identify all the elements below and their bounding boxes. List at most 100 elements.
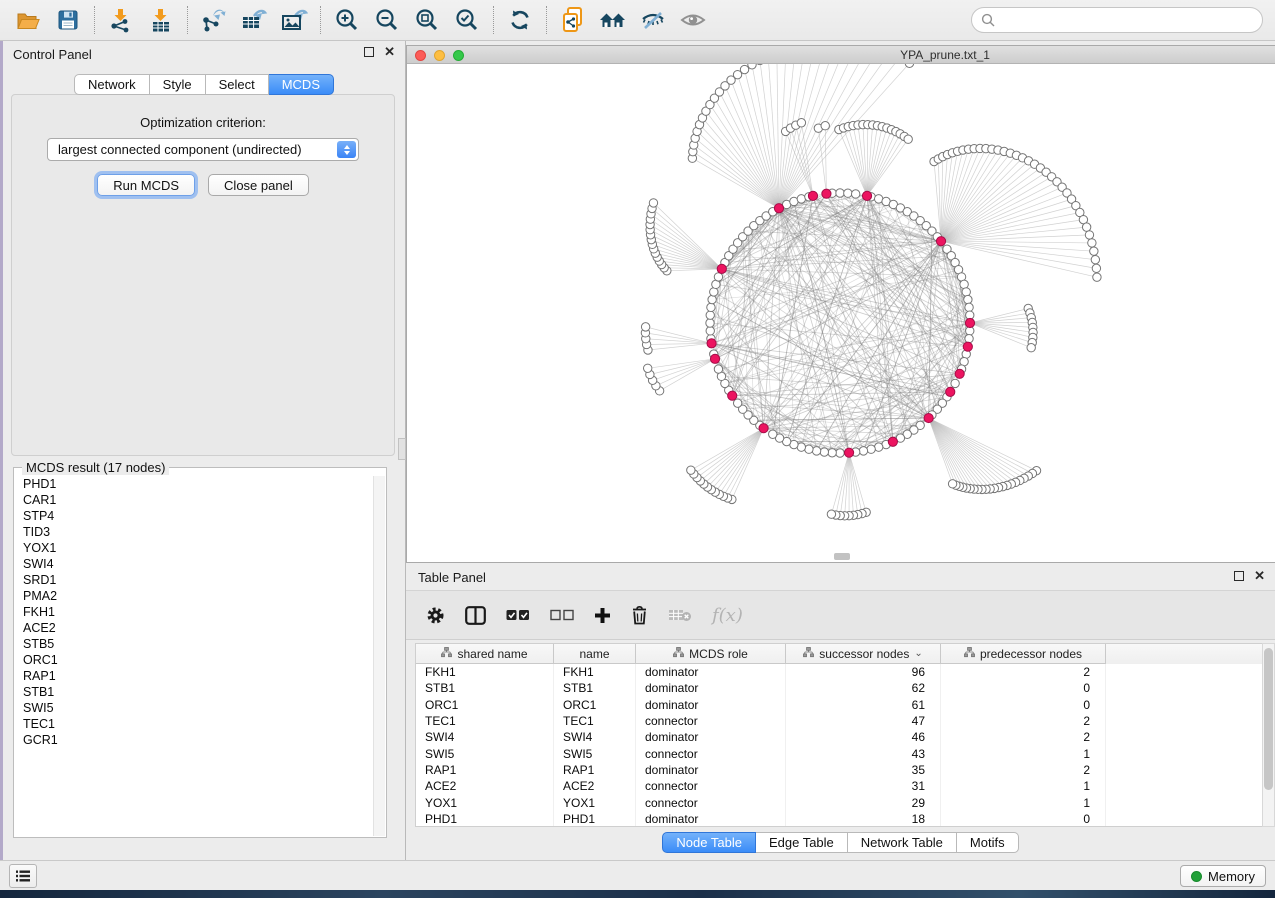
mcds-result-item[interactable]: STB5 <box>15 636 372 652</box>
mcds-result-item[interactable]: PHD1 <box>15 476 372 492</box>
column-header[interactable]: successor nodes⌄ <box>786 644 941 664</box>
table-cell: PHD1 <box>416 811 554 827</box>
column-header[interactable]: predecessor nodes <box>941 644 1106 664</box>
clone-network-icon[interactable] <box>553 4 593 36</box>
tab-select[interactable]: Select <box>206 74 269 95</box>
mcds-result-item[interactable]: PMA2 <box>15 588 372 604</box>
table-row[interactable]: ORC1ORC1dominator610 <box>416 697 1263 713</box>
float-panel-icon[interactable] <box>364 47 374 57</box>
close-panel-button[interactable]: Close panel <box>208 174 309 196</box>
column-header[interactable]: MCDS role <box>636 644 786 664</box>
network-window-titlebar[interactable]: YPA_prune.txt_1 <box>407 46 1275 64</box>
table-row[interactable]: RAP1RAP1dominator352 <box>416 762 1263 778</box>
table-settings-gear-icon[interactable] <box>426 606 445 625</box>
tab-network[interactable]: Network <box>74 74 150 95</box>
first-neighbors-icon[interactable] <box>593 4 633 36</box>
tab-network-table[interactable]: Network Table <box>848 832 957 853</box>
mcds-result-item[interactable]: SRD1 <box>15 572 372 588</box>
run-mcds-button[interactable]: Run MCDS <box>97 174 195 196</box>
close-panel-icon[interactable]: ✕ <box>384 47 395 57</box>
mcds-result-title: MCDS result (17 nodes) <box>22 460 169 475</box>
table-row[interactable]: FKH1FKH1dominator962 <box>416 664 1263 680</box>
zoom-in-icon[interactable] <box>327 4 367 36</box>
close-table-panel-icon[interactable]: ✕ <box>1254 571 1265 581</box>
network-hscroll-thumb[interactable] <box>834 553 850 560</box>
table-row[interactable]: TEC1TEC1connector472 <box>416 713 1263 729</box>
task-history-button[interactable] <box>9 864 37 888</box>
mcds-result-item[interactable]: STP4 <box>15 508 372 524</box>
tab-node-table[interactable]: Node Table <box>662 832 756 853</box>
table-row[interactable]: YOX1YOX1connector291 <box>416 794 1263 810</box>
optimization-criterion-label: Optimization criterion: <box>12 115 394 130</box>
tab-mcds[interactable]: MCDS <box>269 74 334 95</box>
minimize-window-icon[interactable] <box>434 50 445 61</box>
mcds-result-item[interactable]: YOX1 <box>15 540 372 556</box>
table-cell: dominator <box>636 811 786 827</box>
select-all-columns-icon[interactable] <box>506 609 530 621</box>
close-window-icon[interactable] <box>415 50 426 61</box>
export-image-icon[interactable] <box>274 4 314 36</box>
save-icon[interactable] <box>48 4 88 36</box>
table-vscrollbar[interactable] <box>1262 643 1275 827</box>
export-network-icon[interactable] <box>194 4 234 36</box>
memory-button[interactable]: Memory <box>1180 865 1266 887</box>
maximize-window-icon[interactable] <box>453 50 464 61</box>
mcds-result-item[interactable]: RAP1 <box>15 668 372 684</box>
table-cell: connector <box>636 794 786 810</box>
table-row[interactable]: SWI5SWI5connector431 <box>416 745 1263 761</box>
mcds-result-item[interactable]: CAR1 <box>15 492 372 508</box>
table-cell: YOX1 <box>554 794 636 810</box>
application-window: Control Panel ✕ Network Style Select MCD… <box>0 0 1275 898</box>
table-tabs: Node Table Edge Table Network Table Moti… <box>406 832 1275 853</box>
open-file-icon[interactable] <box>8 4 48 36</box>
column-header-label: shared name <box>457 647 527 661</box>
show-columns-icon[interactable] <box>465 606 486 625</box>
toolbar-separator <box>94 6 95 34</box>
mcds-result-item[interactable]: GCR1 <box>15 732 372 748</box>
table-row[interactable]: PHD1PHD1dominator180 <box>416 811 1263 827</box>
delete-table-icon-disabled <box>668 607 692 623</box>
column-header[interactable]: name <box>554 644 636 664</box>
zoom-selected-icon[interactable] <box>447 4 487 36</box>
mcds-result-item[interactable]: ACE2 <box>15 620 372 636</box>
criterion-select[interactable]: largest connected component (undirected) <box>47 138 359 161</box>
tab-edge-table[interactable]: Edge Table <box>756 832 848 853</box>
search-input[interactable] <box>1000 13 1253 28</box>
export-table-icon[interactable] <box>234 4 274 36</box>
delete-column-trash-icon[interactable] <box>631 605 648 625</box>
table-row[interactable]: SWI4SWI4dominator462 <box>416 729 1263 745</box>
show-all-eye-icon[interactable] <box>673 4 713 36</box>
mcds-result-item[interactable]: TEC1 <box>15 716 372 732</box>
mcds-result-item[interactable]: ORC1 <box>15 652 372 668</box>
hide-selected-eye-icon[interactable] <box>633 4 673 36</box>
table-cell: STB1 <box>554 680 636 696</box>
deselect-all-columns-icon[interactable] <box>550 609 574 621</box>
tab-motifs[interactable]: Motifs <box>957 832 1019 853</box>
zoom-fit-icon[interactable] <box>407 4 447 36</box>
mcds-result-item[interactable]: STB1 <box>15 684 372 700</box>
add-column-icon[interactable] <box>594 607 611 624</box>
import-table-icon[interactable] <box>141 4 181 36</box>
table-cell: ORC1 <box>554 697 636 713</box>
table-row[interactable]: STB1STB1dominator620 <box>416 680 1263 696</box>
import-network-icon[interactable] <box>101 4 141 36</box>
float-table-panel-icon[interactable] <box>1234 571 1244 581</box>
table-cell: STB1 <box>416 680 554 696</box>
mcds-result-item[interactable]: TID3 <box>15 524 372 540</box>
table-cell: ACE2 <box>554 778 636 794</box>
table-cell: 47 <box>786 713 941 729</box>
network-canvas[interactable] <box>407 64 1274 562</box>
refresh-icon[interactable] <box>500 4 540 36</box>
column-header[interactable]: shared name <box>416 644 554 664</box>
table-cell: FKH1 <box>554 664 636 680</box>
mcds-result-item[interactable]: SWI4 <box>15 556 372 572</box>
tab-style[interactable]: Style <box>150 74 206 95</box>
table-cell: dominator <box>636 664 786 680</box>
mcds-result-scrollbar[interactable] <box>373 476 385 836</box>
vertical-splitter-handle[interactable] <box>398 438 406 460</box>
control-panel: Control Panel ✕ Network Style Select MCD… <box>3 41 406 862</box>
table-row[interactable]: ACE2ACE2connector311 <box>416 778 1263 794</box>
mcds-result-item[interactable]: FKH1 <box>15 604 372 620</box>
mcds-result-item[interactable]: SWI5 <box>15 700 372 716</box>
zoom-out-icon[interactable] <box>367 4 407 36</box>
